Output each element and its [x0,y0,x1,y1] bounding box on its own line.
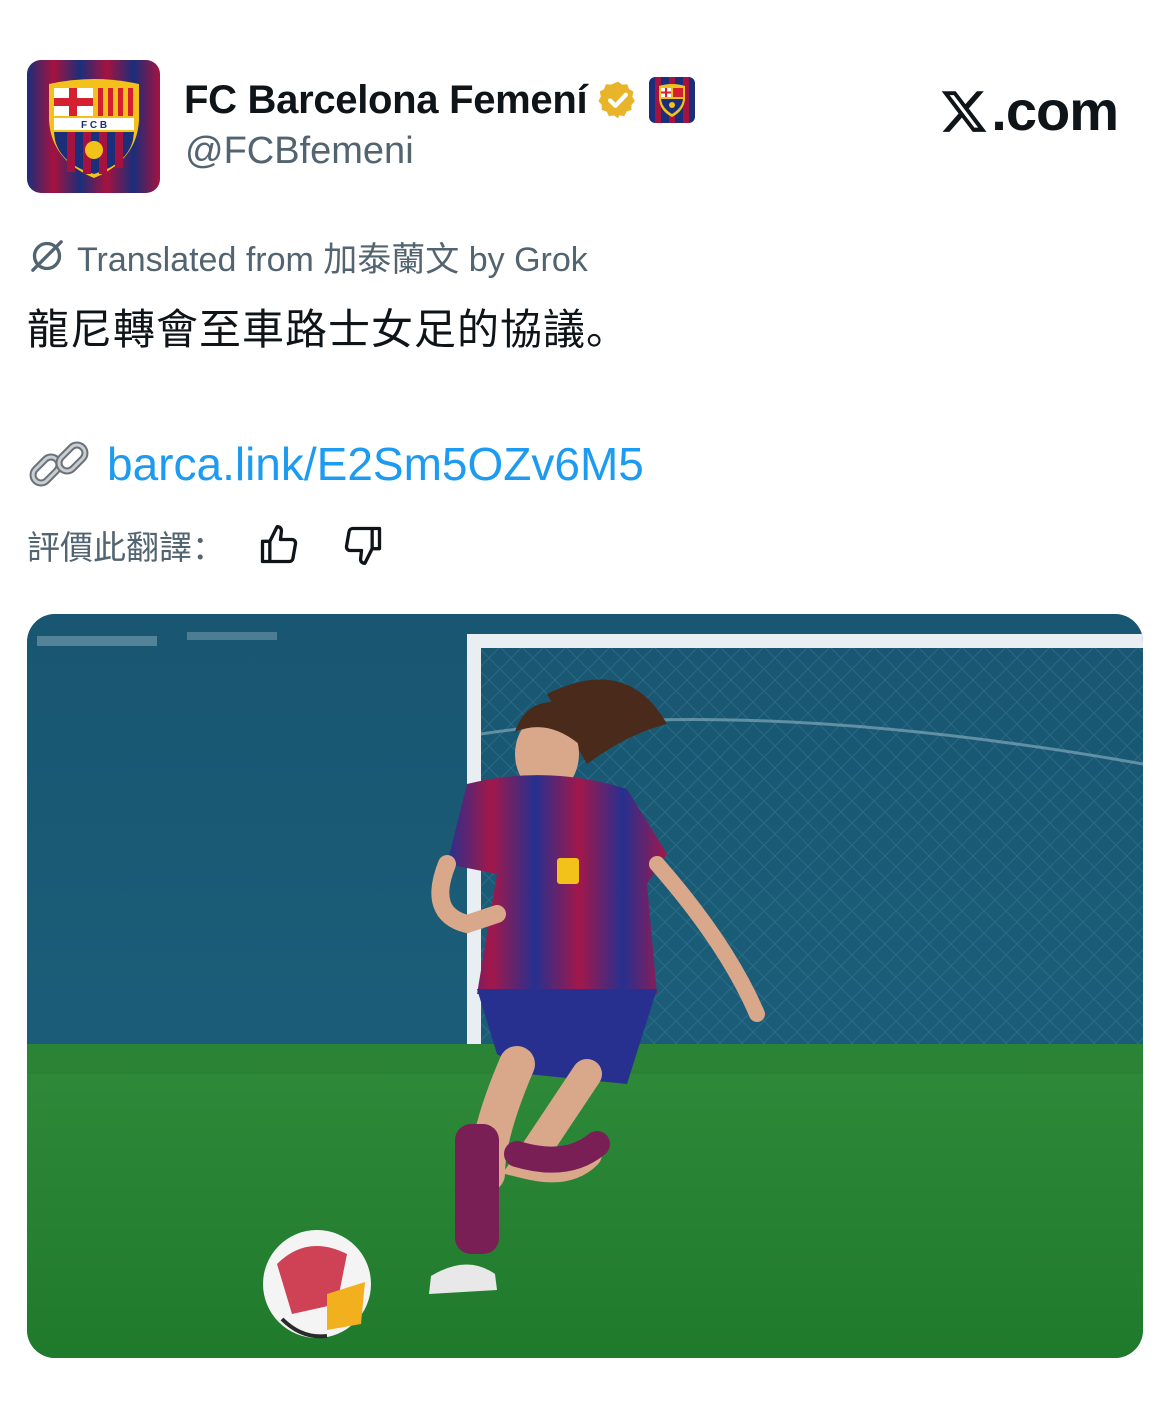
author-handle[interactable]: @FCBfemeni [185,130,414,173]
affiliate-badge-icon[interactable] [649,77,696,123]
author-name-row: FC Barcelona Femení [184,73,696,127]
display-name[interactable]: FC Barcelona Femení [184,78,588,123]
thumbs-down-icon [344,526,382,565]
rate-translation-row: 評價此翻譯： [27,520,423,570]
link-icon [29,441,89,487]
soccer-ball [263,1230,371,1339]
fc-barcelona-crest-icon: F C B [27,60,160,193]
grok-icon [31,240,63,272]
x-logo-text: .com [991,79,1119,142]
tweet-text: 龍尼轉會至車路士女足的協議。 [27,306,630,353]
x-logo-icon [942,90,987,132]
thumbs-down-button[interactable] [339,521,387,569]
tweet-photo[interactable] [27,614,1143,1358]
svg-text:F C B: F C B [81,120,107,131]
tweet-link[interactable]: barca.link/E2Sm5OZv6M5 [107,437,644,491]
verified-badge-icon[interactable] [597,79,639,121]
thumbs-up-icon [260,525,298,564]
photo-soccer-player [27,614,1143,1358]
tweet-link-row: barca.link/E2Sm5OZv6M5 [27,432,644,496]
avatar[interactable]: F C B [27,60,160,193]
translation-notice: Translated from 加泰蘭文 by Grok [27,232,588,280]
rate-translation-label: 評價此翻譯： [27,529,225,566]
thumbs-up-button[interactable] [255,521,303,569]
translation-label: Translated from 加泰蘭文 by Grok [77,240,588,279]
x-com-logo: .com [939,78,1119,143]
